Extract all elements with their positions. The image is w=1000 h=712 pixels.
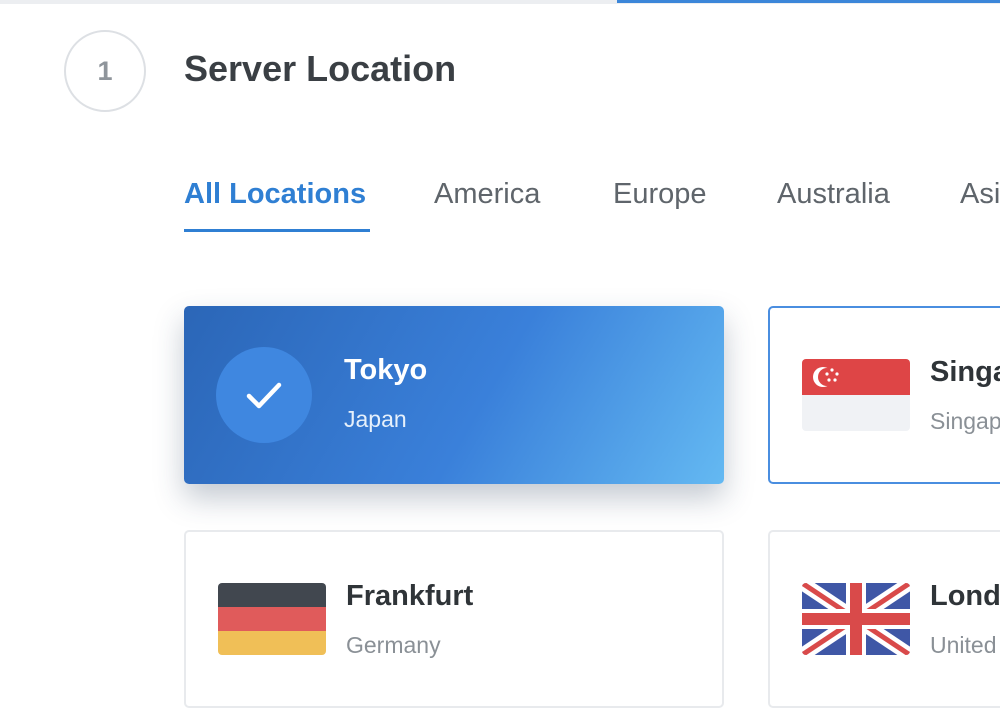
location-city: Singa <box>930 356 1000 388</box>
location-city: Tokyo <box>344 354 428 386</box>
active-tab-indicator <box>184 229 370 232</box>
top-progress-track <box>0 0 1000 4</box>
location-city: Frankfurt <box>346 580 474 612</box>
selected-indicator <box>216 347 312 443</box>
tab-asia[interactable]: Asi <box>960 178 1000 211</box>
location-city: Lond <box>930 580 1000 612</box>
tab-america[interactable]: America <box>434 178 540 211</box>
section-title: Server Location <box>184 48 457 89</box>
location-country: United <box>930 632 997 658</box>
location-card-singapore[interactable]: Singa Singap <box>768 306 1000 484</box>
location-card-london[interactable]: Lond United <box>768 530 1000 708</box>
tab-australia[interactable]: Australia <box>777 178 890 211</box>
top-progress-bar <box>617 0 1000 3</box>
location-country: Japan <box>344 406 407 432</box>
location-card-tokyo[interactable]: Tokyo Japan <box>184 306 724 484</box>
check-icon <box>246 382 282 409</box>
step-number-badge: 1 <box>64 30 146 112</box>
location-country: Singap <box>930 408 1000 434</box>
tab-all-locations[interactable]: All Locations <box>184 178 366 211</box>
step-number: 1 <box>97 55 113 86</box>
tab-europe[interactable]: Europe <box>613 178 707 211</box>
location-card-frankfurt[interactable]: Frankfurt Germany <box>184 530 724 708</box>
singapore-flag-icon <box>802 359 910 431</box>
uk-flag-icon <box>802 583 910 655</box>
location-country: Germany <box>346 632 441 658</box>
germany-flag-icon <box>218 583 326 655</box>
